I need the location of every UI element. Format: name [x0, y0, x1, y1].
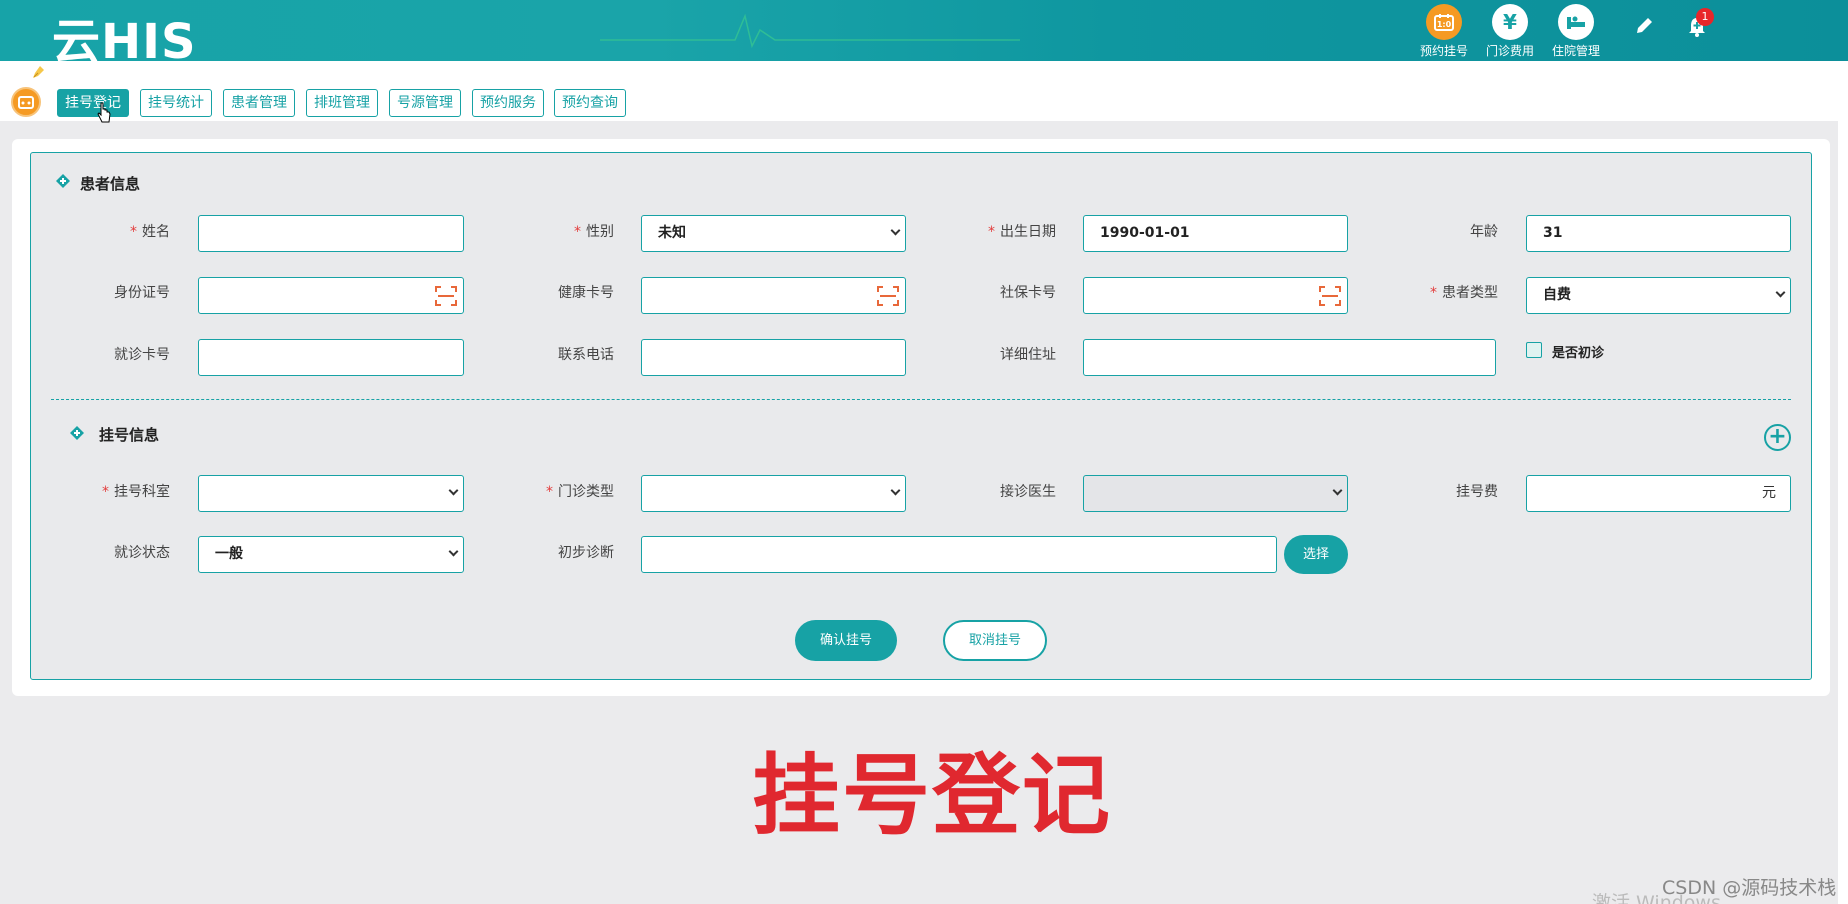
chevron-down-icon	[448, 546, 459, 557]
doctor-label: 接诊医生	[1000, 484, 1056, 500]
tab-patient-management[interactable]: 患者管理	[223, 89, 295, 117]
outpatient-fee-label: 门诊费用	[1485, 44, 1534, 58]
chevron-down-icon	[1775, 287, 1786, 298]
scan-icon[interactable]	[435, 286, 457, 306]
inpatient-management-button[interactable]: 住院管理	[1544, 4, 1608, 59]
video-caption: 挂号登记	[752, 744, 1113, 847]
patient-type-label: * 患者类型	[1430, 285, 1498, 301]
calendar-icon: 1:0	[1426, 4, 1462, 40]
top-header: 云HIS 1:0 预约挂号 ¥ 门诊费用 住院管理 1	[0, 0, 1848, 61]
broom-clean-icon[interactable]	[30, 64, 46, 80]
social-card-input[interactable]	[1083, 277, 1348, 314]
chevron-down-icon	[890, 485, 901, 496]
csdn-watermark: CSDN @源码技术栈	[1662, 877, 1837, 899]
fee-unit: 元	[1762, 485, 1776, 501]
fee-input[interactable]: 元	[1526, 475, 1791, 512]
tab-schedule-management[interactable]: 排班管理	[306, 89, 378, 117]
department-select[interactable]	[198, 475, 464, 512]
mouse-cursor-icon	[97, 102, 111, 123]
visit-status-select[interactable]: 一般	[198, 536, 464, 573]
birth-date-label: * 出生日期	[988, 224, 1056, 240]
doctor-select[interactable]	[1083, 475, 1348, 512]
health-card-label: 健康卡号	[558, 285, 614, 301]
visit-status-label: 就诊状态	[114, 545, 170, 561]
birth-date-input[interactable]: 1990-01-01	[1083, 215, 1348, 252]
gender-select[interactable]: 未知	[641, 215, 906, 252]
home-tab-icon[interactable]	[11, 87, 41, 117]
confirm-registration-button[interactable]: 确认挂号	[795, 620, 897, 661]
chevron-down-icon	[1332, 485, 1343, 496]
ecg-wave-decoration	[600, 13, 1020, 48]
clinic-type-label: * 门诊类型	[546, 484, 614, 500]
gender-label: * 性别	[574, 224, 614, 240]
add-plus-button[interactable]: +	[1764, 424, 1791, 451]
registration-section-title: 挂号信息	[99, 426, 160, 444]
diagnosis-input[interactable]	[641, 536, 1277, 573]
diagnosis-label: 初步诊断	[558, 545, 614, 561]
tab-registration-stats[interactable]: 挂号统计	[140, 89, 212, 117]
patient-section-title: 患者信息	[80, 175, 141, 193]
scan-icon[interactable]	[877, 286, 899, 306]
appointment-register-label: 预约挂号	[1419, 44, 1468, 58]
edit-pencil-icon[interactable]	[1634, 16, 1654, 40]
phone-label: 联系电话	[558, 347, 614, 363]
age-input[interactable]: 31	[1526, 215, 1791, 252]
notification-count-badge: 1	[1696, 8, 1714, 26]
chevron-down-icon	[448, 485, 459, 496]
fee-label: 挂号费	[1456, 484, 1498, 500]
phone-input[interactable]	[641, 339, 906, 376]
section-diamond-icon	[70, 426, 84, 440]
address-input[interactable]	[1083, 339, 1496, 376]
section-diamond-icon	[56, 174, 70, 188]
select-diagnosis-button[interactable]: 选择	[1284, 535, 1348, 574]
bed-icon	[1558, 4, 1594, 40]
right-scroll-gutter	[1838, 61, 1848, 904]
social-card-label: 社保卡号	[1000, 285, 1056, 301]
id-number-input[interactable]	[198, 277, 464, 314]
patient-type-select[interactable]: 自费	[1526, 277, 1791, 314]
age-label: 年龄	[1470, 224, 1498, 240]
id-number-label: 身份证号	[114, 285, 170, 301]
chevron-down-icon	[890, 225, 901, 236]
appointment-register-button[interactable]: 1:0 预约挂号	[1412, 4, 1476, 59]
tab-bar: 挂号登记 挂号统计 患者管理 排班管理 号源管理 预约服务 预约查询	[0, 61, 1838, 123]
name-label: * 姓名	[130, 224, 170, 240]
tab-number-source[interactable]: 号源管理	[389, 89, 461, 117]
department-label: * 挂号科室	[102, 484, 170, 500]
tab-registration[interactable]: 挂号登记	[57, 89, 129, 117]
yen-icon: ¥	[1492, 4, 1528, 40]
clinic-type-select[interactable]	[641, 475, 906, 512]
tab-appointment-query[interactable]: 预约查询	[554, 89, 626, 117]
section-divider	[51, 399, 1791, 400]
first-visit-checkbox[interactable]	[1526, 342, 1542, 358]
cancel-registration-button[interactable]: 取消挂号	[943, 620, 1047, 661]
address-label: 详细住址	[1000, 347, 1056, 363]
visit-card-input[interactable]	[198, 339, 464, 376]
svg-text:1:0: 1:0	[1437, 20, 1452, 29]
health-card-input[interactable]	[641, 277, 906, 314]
scan-icon[interactable]	[1319, 286, 1341, 306]
outpatient-fee-button[interactable]: ¥ 门诊费用	[1478, 4, 1542, 59]
app-logo[interactable]: 云HIS	[52, 2, 197, 61]
name-input[interactable]	[198, 215, 464, 252]
first-visit-label: 是否初诊	[1552, 346, 1605, 361]
tab-appointment-service[interactable]: 预约服务	[472, 89, 544, 117]
inpatient-management-label: 住院管理	[1551, 44, 1600, 58]
visit-card-label: 就诊卡号	[114, 347, 170, 363]
